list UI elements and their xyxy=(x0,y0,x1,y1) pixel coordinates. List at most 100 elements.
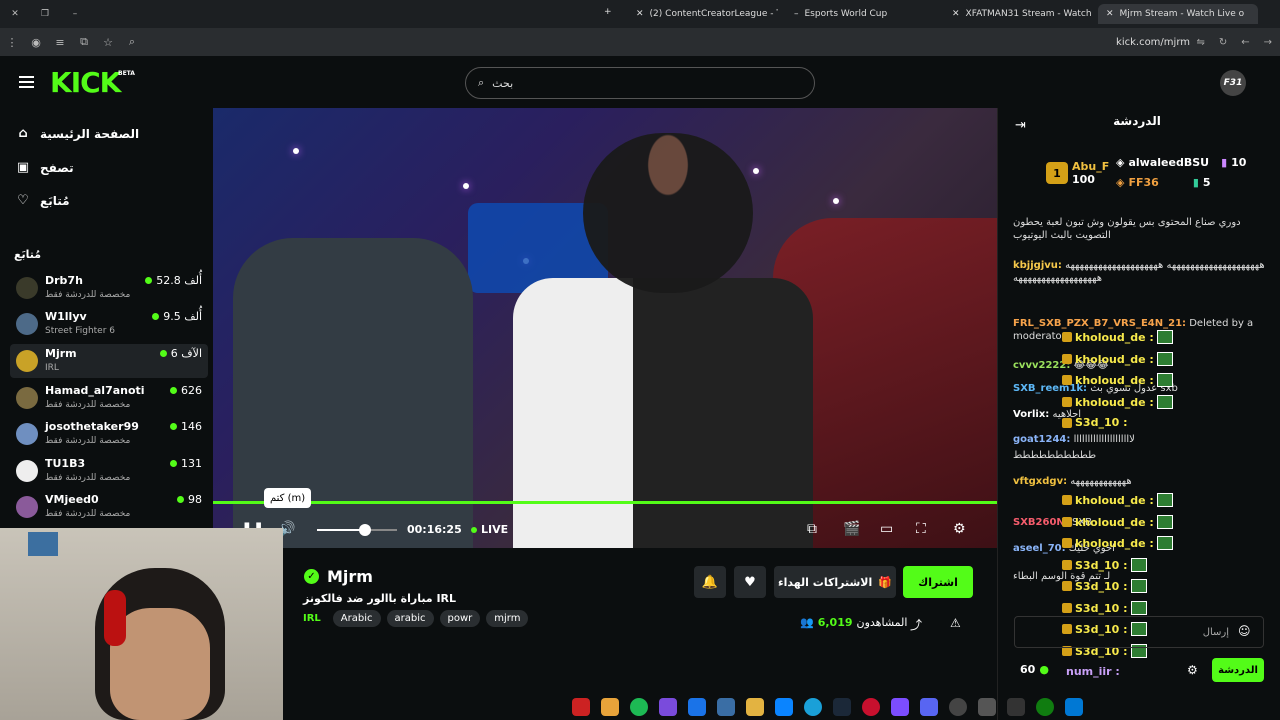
browser-tab[interactable]: ✕ XFATMAN31 Stream - Watch Li xyxy=(944,4,1094,24)
menu-icon[interactable] xyxy=(19,76,34,88)
video-figure-center xyxy=(513,278,813,548)
volume-knob[interactable] xyxy=(359,524,371,536)
chat-user[interactable]: FRL_SXB_PZX_B7_VRS_E4N_21: xyxy=(1013,318,1186,329)
emote-icon xyxy=(1156,536,1173,550)
steam-icon[interactable] xyxy=(833,698,851,716)
points-value: 60 xyxy=(1020,663,1036,676)
edge-icon[interactable] xyxy=(804,698,822,716)
volume-fill xyxy=(317,529,365,531)
channel-points[interactable]: 60 ● xyxy=(1020,663,1049,676)
tab-close-icon[interactable]: ✕ xyxy=(1106,9,1114,19)
browser-tab-active[interactable]: ✕ Mjrm Stream - Watch Live o xyxy=(1098,4,1258,24)
bookmark-star-icon[interactable]: ☆ xyxy=(96,36,120,49)
forward-icon[interactable]: ← xyxy=(1241,37,1249,48)
chat-user[interactable]: Vorlix: xyxy=(1013,409,1049,420)
tag-chip[interactable]: Arabic xyxy=(332,610,381,627)
report-icon[interactable]: ⚠ xyxy=(950,616,961,630)
tab-close-icon[interactable]: – xyxy=(794,9,799,19)
sidebar-channel[interactable]: VMjeed0 مخصصة للدردشة فقط 98 xyxy=(10,490,208,524)
restore-window-icon[interactable]: ❐ xyxy=(30,9,60,19)
tab-close-icon[interactable]: ✕ xyxy=(952,9,960,19)
tag-chip[interactable]: powr xyxy=(439,610,481,627)
chat-user[interactable]: kbjjgjvu: xyxy=(1013,260,1062,271)
sidebar-channel[interactable]: Drb7h مخصصة للدردشة فقط أُلف 52.8 xyxy=(10,271,208,305)
fullscreen-icon[interactable]: ⛶ xyxy=(916,521,926,537)
tag-chip[interactable]: mjrm xyxy=(486,610,529,627)
chat-send-button[interactable]: الدردشة xyxy=(1212,658,1264,682)
channel-category: IRL xyxy=(45,363,59,373)
sidebar-channel[interactable]: TU1B3 مخصصة للدردشة فقط 131 xyxy=(10,454,208,488)
search-input[interactable]: ⌕ بحث xyxy=(465,67,815,99)
settings-gear-icon[interactable]: ⚙ xyxy=(953,521,966,537)
subscribe-button[interactable]: اشتراك xyxy=(903,566,973,598)
chat-user[interactable]: SXB260N: xyxy=(1013,517,1069,528)
chrome-icon[interactable] xyxy=(601,698,619,716)
menu-dots-icon[interactable]: ⋮ xyxy=(0,36,24,49)
app-icon[interactable] xyxy=(978,698,996,716)
streamer-name[interactable]: Mjrm xyxy=(327,567,373,586)
nav-browse[interactable]: ▣ تصفح xyxy=(16,160,74,175)
follow-heart-icon[interactable]: ♥ xyxy=(734,566,766,598)
miniplayer-icon[interactable]: ⧉ xyxy=(807,521,817,537)
sidebar-channel[interactable]: josothetaker99 مخصصة للدردشة فقط 146 xyxy=(10,417,208,451)
app-icon[interactable] xyxy=(572,698,590,716)
sidebar-channel[interactable]: W1llyv Street Fighter 6 أُلف 9.5 xyxy=(10,307,208,341)
nav-home[interactable]: ⌂ الصفحة الرئيسية xyxy=(16,126,139,141)
channel-name: Drb7h xyxy=(45,274,83,287)
theater-icon[interactable]: ▭ xyxy=(880,521,893,537)
browser-tab[interactable]: ✕ (2) ContentCreatorLeague - Tw xyxy=(628,4,778,24)
user-avatar[interactable]: F31 xyxy=(1220,70,1246,96)
stage-light xyxy=(293,148,299,154)
outlook-icon[interactable] xyxy=(688,698,706,716)
emoji-icon[interactable]: ☺ xyxy=(1238,624,1251,638)
nav-following[interactable]: ♡ مُتابَع xyxy=(16,193,69,208)
channel-category: مخصصة للدردشة فقط xyxy=(45,290,131,300)
discord-icon[interactable] xyxy=(920,698,938,716)
volume-slider[interactable] xyxy=(317,524,397,536)
minimize-window-icon[interactable]: – xyxy=(60,9,90,19)
chat-settings-icon[interactable]: ⚙ xyxy=(1187,663,1198,677)
folder-icon[interactable] xyxy=(746,698,764,716)
tune-icon[interactable]: ⇋ xyxy=(1196,37,1204,48)
obs-icon[interactable] xyxy=(949,698,967,716)
channel-category: مخصصة للدردشة فقط xyxy=(45,509,131,519)
app-icon[interactable] xyxy=(775,698,793,716)
windows-icon[interactable] xyxy=(1065,698,1083,716)
webcam-overlay xyxy=(0,528,283,720)
clip-icon[interactable]: 🎬 xyxy=(843,521,860,537)
close-window-icon[interactable]: ✕ xyxy=(0,9,30,19)
browser-tab[interactable]: – Esports World Cup xyxy=(786,4,916,24)
app-icon[interactable] xyxy=(659,698,677,716)
spotify-icon[interactable] xyxy=(630,698,648,716)
badge-icon xyxy=(1062,517,1072,527)
xbox-icon[interactable] xyxy=(1036,698,1054,716)
sidebar-channel-selected[interactable]: Mjrm IRL الآف 6 xyxy=(10,344,208,378)
new-tab-icon[interactable]: + xyxy=(604,7,612,17)
stream-title: مباراة باالور ضد فالكونز IRL xyxy=(303,592,457,605)
category-link[interactable]: IRL xyxy=(303,613,321,624)
tab-close-icon[interactable]: ✕ xyxy=(636,9,644,19)
playback-progress[interactable] xyxy=(213,501,997,504)
reader-icon[interactable]: ≡ xyxy=(48,36,72,49)
zoom-icon[interactable]: ⌕ xyxy=(120,35,144,49)
app-icon[interactable] xyxy=(891,698,909,716)
extensions-icon[interactable]: ⧉ xyxy=(72,35,96,49)
gift-subs-button[interactable]: الاشتراكات الهداء 🎁 xyxy=(774,566,896,598)
chat-user[interactable]: goat1244: xyxy=(1013,434,1070,445)
back-icon[interactable]: → xyxy=(1264,37,1272,48)
notification-bell-icon[interactable]: 🔔 xyxy=(694,566,726,598)
sidebar-channel[interactable]: Hamad_al7anoti مخصصة للدردشة فقط 626 xyxy=(10,381,208,415)
calendar-icon[interactable] xyxy=(717,698,735,716)
reload-icon[interactable]: ↻ xyxy=(1219,37,1227,48)
url-field[interactable]: kick.com/mjrm xyxy=(1116,37,1190,48)
kick-logo[interactable]: KICK xyxy=(50,66,121,99)
app-icon[interactable] xyxy=(1007,698,1025,716)
tag-chip[interactable]: arabic xyxy=(386,610,434,627)
chat-input[interactable]: إرسال xyxy=(1014,616,1264,648)
app-icon[interactable] xyxy=(862,698,880,716)
chat-user[interactable]: aseel_70: xyxy=(1013,543,1066,554)
video-player[interactable] xyxy=(213,108,997,548)
chat-user[interactable]: vftgxdgv: xyxy=(1013,476,1067,487)
profile-icon[interactable]: ◉ xyxy=(24,36,48,49)
share-icon[interactable]: ⤴ xyxy=(910,616,922,633)
